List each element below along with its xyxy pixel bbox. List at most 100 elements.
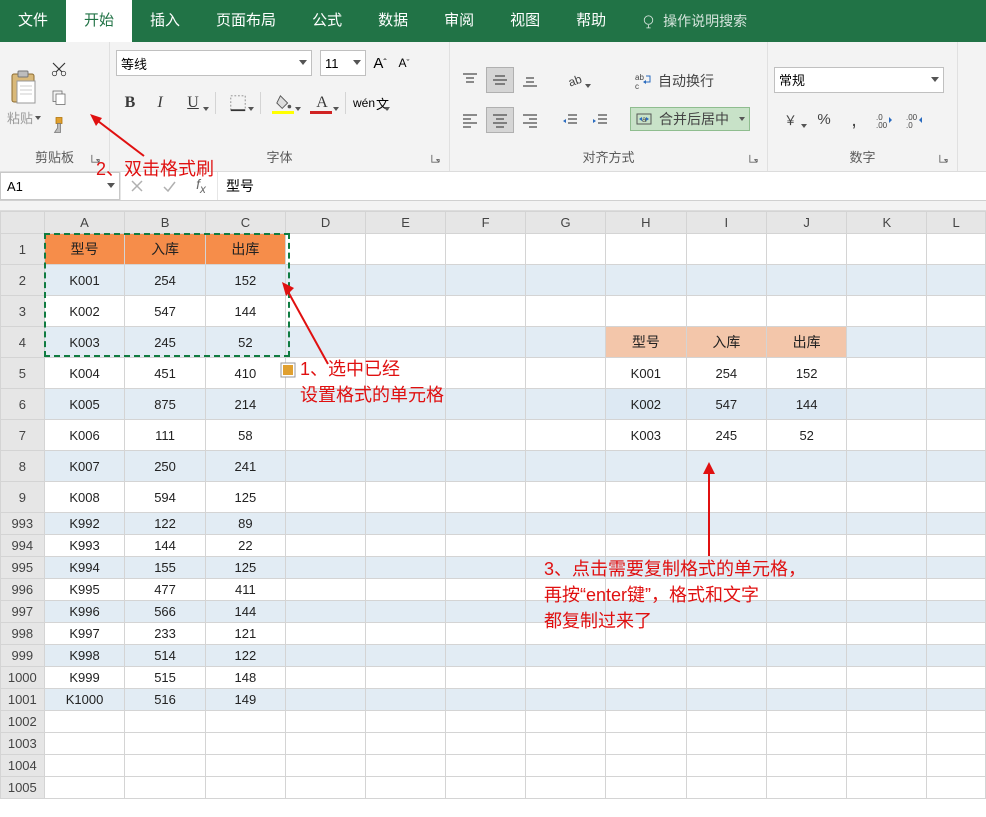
cell-I1004[interactable] <box>686 755 766 777</box>
cell-E7[interactable] <box>366 420 446 451</box>
align-right-button[interactable] <box>516 107 544 133</box>
cell-H1[interactable] <box>606 234 687 265</box>
align-middle-button[interactable] <box>486 67 514 93</box>
cell-G7[interactable] <box>526 420 606 451</box>
cell-G1001[interactable] <box>526 689 606 711</box>
cell-C1002[interactable] <box>205 711 285 733</box>
cell-H3[interactable] <box>606 296 687 327</box>
cell-A999[interactable]: K998 <box>44 645 125 667</box>
cell-L1001[interactable] <box>927 689 986 711</box>
cell-D1004[interactable] <box>286 755 366 777</box>
cell-G996[interactable] <box>526 579 606 601</box>
cell-D3[interactable] <box>286 296 366 327</box>
cell-D8[interactable] <box>286 451 366 482</box>
cell-L994[interactable] <box>927 535 986 557</box>
cell-K1002[interactable] <box>847 711 927 733</box>
cell-L999[interactable] <box>927 645 986 667</box>
cell-G1004[interactable] <box>526 755 606 777</box>
cell-H1002[interactable] <box>606 711 687 733</box>
cell-E994[interactable] <box>366 535 446 557</box>
cell-I1000[interactable] <box>686 667 766 689</box>
cell-K1004[interactable] <box>847 755 927 777</box>
cell-F2[interactable] <box>446 265 526 296</box>
row-header-9[interactable]: 9 <box>1 482 45 513</box>
cell-E1002[interactable] <box>366 711 446 733</box>
col-header-K[interactable]: K <box>847 212 927 234</box>
cell-H6[interactable]: K002 <box>606 389 687 420</box>
cell-G2[interactable] <box>526 265 606 296</box>
cell-E6[interactable] <box>366 389 446 420</box>
cell-A1004[interactable] <box>44 755 125 777</box>
border-button[interactable] <box>221 90 255 116</box>
cell-B1002[interactable] <box>125 711 205 733</box>
cell-I7[interactable]: 245 <box>686 420 766 451</box>
cell-D5[interactable] <box>286 358 366 389</box>
cell-I2[interactable] <box>686 265 766 296</box>
row-header-1003[interactable]: 1003 <box>1 733 45 755</box>
cell-L1[interactable] <box>927 234 986 265</box>
cell-J2[interactable] <box>767 265 847 296</box>
cell-D994[interactable] <box>286 535 366 557</box>
cell-F6[interactable] <box>446 389 526 420</box>
col-header-E[interactable]: E <box>366 212 446 234</box>
col-header-B[interactable]: B <box>125 212 205 234</box>
cell-J1001[interactable] <box>767 689 847 711</box>
cell-C1003[interactable] <box>205 733 285 755</box>
cell-D998[interactable] <box>286 623 366 645</box>
cell-F1001[interactable] <box>446 689 526 711</box>
paste-button[interactable] <box>6 66 42 108</box>
cell-L8[interactable] <box>927 451 986 482</box>
cell-B4[interactable]: 245 <box>125 327 205 358</box>
cell-H2[interactable] <box>606 265 687 296</box>
cell-F993[interactable] <box>446 513 526 535</box>
cell-I1005[interactable] <box>686 777 766 799</box>
cell-D1003[interactable] <box>286 733 366 755</box>
cell-E995[interactable] <box>366 557 446 579</box>
cell-C996[interactable]: 411 <box>205 579 285 601</box>
col-header-H[interactable]: H <box>606 212 687 234</box>
cell-A6[interactable]: K005 <box>44 389 125 420</box>
row-header-8[interactable]: 8 <box>1 451 45 482</box>
tab-review[interactable]: 审阅 <box>426 0 492 42</box>
cell-J1000[interactable] <box>767 667 847 689</box>
cell-H7[interactable]: K003 <box>606 420 687 451</box>
cell-K2[interactable] <box>847 265 927 296</box>
tab-file[interactable]: 文件 <box>0 0 66 42</box>
tab-home[interactable]: 开始 <box>66 0 132 42</box>
cell-J5[interactable]: 152 <box>767 358 847 389</box>
row-header-3[interactable]: 3 <box>1 296 45 327</box>
cell-L995[interactable] <box>927 557 986 579</box>
decrease-decimal-button[interactable]: .00.0 <box>900 107 928 133</box>
cell-K9[interactable] <box>847 482 927 513</box>
cell-F5[interactable] <box>446 358 526 389</box>
cell-A1005[interactable] <box>44 777 125 799</box>
cell-D4[interactable] <box>286 327 366 358</box>
cell-I9[interactable] <box>686 482 766 513</box>
select-all-corner[interactable] <box>1 212 45 234</box>
cell-F998[interactable] <box>446 623 526 645</box>
cell-F1002[interactable] <box>446 711 526 733</box>
cell-C997[interactable]: 144 <box>205 601 285 623</box>
cell-J1003[interactable] <box>767 733 847 755</box>
decrease-indent-button[interactable] <box>556 107 584 133</box>
row-header-2[interactable]: 2 <box>1 265 45 296</box>
cell-F997[interactable] <box>446 601 526 623</box>
cell-E1[interactable] <box>366 234 446 265</box>
accounting-format-button[interactable]: ￥ <box>774 107 808 133</box>
cell-K996[interactable] <box>847 579 927 601</box>
cell-C998[interactable]: 121 <box>205 623 285 645</box>
cell-D1[interactable] <box>286 234 366 265</box>
cell-F994[interactable] <box>446 535 526 557</box>
cell-J4[interactable]: 出库 <box>767 327 847 358</box>
cell-A997[interactable]: K996 <box>44 601 125 623</box>
cell-A994[interactable]: K993 <box>44 535 125 557</box>
cell-B8[interactable]: 250 <box>125 451 205 482</box>
cell-J996[interactable] <box>767 579 847 601</box>
cell-K3[interactable] <box>847 296 927 327</box>
cell-J994[interactable] <box>767 535 847 557</box>
cell-I4[interactable]: 入库 <box>686 327 766 358</box>
cell-J7[interactable]: 52 <box>767 420 847 451</box>
cell-E3[interactable] <box>366 296 446 327</box>
cut-button[interactable] <box>46 57 72 81</box>
cell-A4[interactable]: K003 <box>44 327 125 358</box>
